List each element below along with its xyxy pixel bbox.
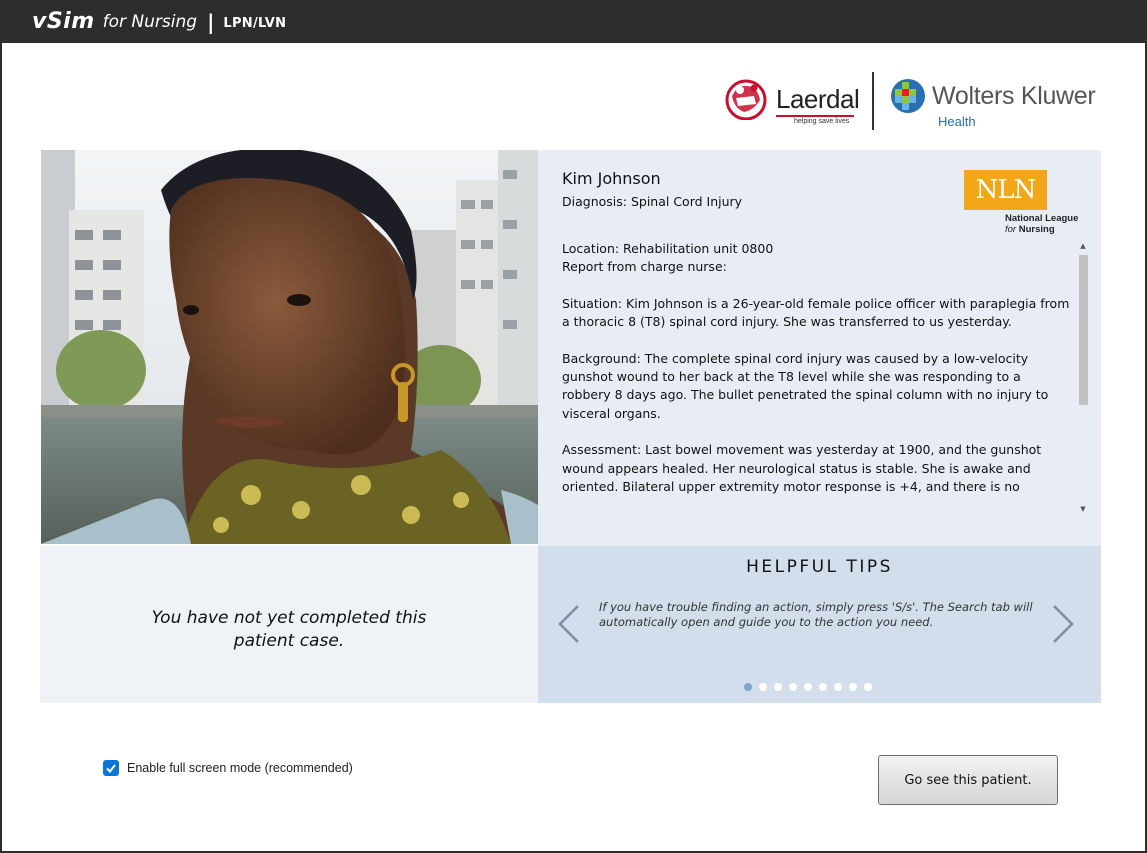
patient-diagnosis: Diagnosis: Spinal Cord Injury: [562, 194, 743, 209]
nln-nursing: Nursing: [1018, 224, 1055, 235]
edition-label: LPN/LVN: [223, 15, 287, 31]
logo-divider: [872, 72, 874, 130]
report-heading: Report from charge nurse:: [562, 259, 727, 275]
report-situation: Situation: Kim Johnson is a 26-year-old …: [562, 295, 1070, 330]
nln-name-line1: National League: [1005, 213, 1079, 224]
laerdal-tagline: helping save lives: [794, 118, 850, 125]
tips-page-dot[interactable]: [759, 683, 767, 691]
report-scrollbar[interactable]: ▲ ▼: [1077, 241, 1089, 516]
tip-text: If you have trouble finding an action, s…: [599, 600, 1033, 629]
case-status-panel: You have not yet completed this patient …: [40, 546, 538, 703]
tips-page-dot[interactable]: [744, 683, 752, 691]
report-text[interactable]: Location: Rehabilitation unit 0800 Repor…: [562, 240, 1072, 516]
tips-title: HELPFUL TIPS: [746, 557, 893, 577]
tips-page-dot[interactable]: [789, 683, 797, 691]
case-status-message: You have not yet completed this patient …: [151, 607, 427, 651]
tips-next-arrow-icon[interactable]: [1048, 602, 1078, 646]
tips-page-dot[interactable]: [819, 683, 827, 691]
laerdal-underline: [776, 115, 854, 117]
tips-prev-arrow-icon[interactable]: [554, 602, 584, 646]
wolters-kluwer-wordmark: Wolters Kluwer: [932, 82, 1096, 110]
patient-name: Kim Johnson: [562, 169, 661, 188]
brand-subtitle: for Nursing: [102, 11, 198, 32]
fullscreen-checkbox[interactable]: [103, 760, 119, 776]
brand-vsim: vSim: [32, 9, 95, 34]
report-location: Location: Rehabilitation unit 0800: [562, 241, 774, 256]
scroll-thumb[interactable]: [1079, 255, 1088, 405]
patient-photo: [41, 150, 538, 544]
tips-page-dot[interactable]: [834, 683, 842, 691]
fullscreen-label: Enable full screen mode (recommended): [127, 761, 353, 775]
title-bar: vSim for Nursing | LPN/LVN: [0, 0, 1147, 43]
scroll-down-arrow-icon[interactable]: ▼: [1077, 504, 1089, 514]
partner-logos: Laerdal helping save lives Wolters Kluwe…: [722, 72, 1107, 132]
nln-for: for: [1005, 224, 1017, 235]
report-background: Background: The complete spinal cord inj…: [562, 350, 1049, 421]
tips-page-dot[interactable]: [864, 683, 872, 691]
laerdal-wordmark: Laerdal: [776, 84, 860, 114]
tips-pagination: [744, 683, 872, 691]
wolters-kluwer-logo-icon: [891, 79, 925, 113]
nln-name-line2: for Nursing: [1005, 224, 1055, 235]
title-separator: |: [207, 9, 215, 34]
wolters-kluwer-health: Health: [938, 114, 976, 129]
nln-logo-mark: NLN: [964, 170, 1047, 210]
tips-page-dot[interactable]: [774, 683, 782, 691]
tips-page-dot[interactable]: [849, 683, 857, 691]
go-see-patient-button[interactable]: Go see this patient.: [878, 755, 1058, 805]
checkmark-icon: [106, 764, 116, 774]
report-assessment: Assessment: Last bowel movement was yest…: [562, 442, 1042, 494]
tips-page-dot[interactable]: [804, 683, 812, 691]
laerdal-logo-icon: [725, 79, 767, 120]
scroll-up-arrow-icon[interactable]: ▲: [1077, 241, 1089, 251]
helpful-tips-panel: HELPFUL TIPS If you have trouble finding…: [538, 546, 1101, 703]
fullscreen-option[interactable]: Enable full screen mode (recommended): [103, 760, 353, 776]
nln-logo: NLN National League for Nursing: [964, 170, 1090, 236]
patient-info-panel: Kim Johnson Diagnosis: Spinal Cord Injur…: [538, 150, 1101, 546]
